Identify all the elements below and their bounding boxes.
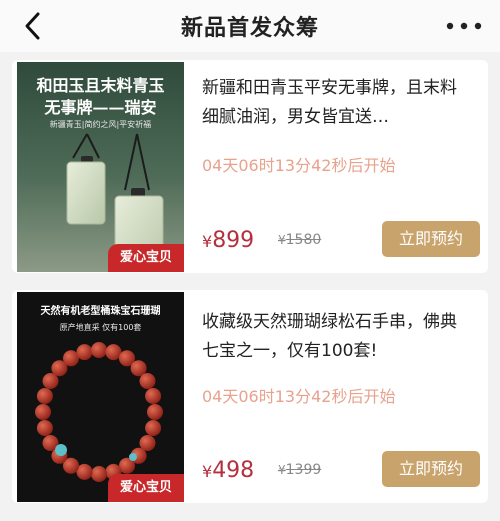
coral-bead — [36, 420, 53, 436]
reserve-button[interactable]: 立即预约 — [382, 221, 480, 257]
countdown-text: 04天06时13分42秒后开始 — [202, 156, 396, 175]
currency-symbol: ¥ — [202, 462, 213, 481]
product-card-jade-pendant[interactable]: 和田玉且末料青玉 无事牌——瑞安 新疆青玉|简约之风|平安祈福 爱心宝贝 新疆和… — [12, 60, 488, 273]
original-price: ¥1580 — [278, 232, 321, 248]
countdown-text: 04天06时13分42秒后开始 — [202, 387, 396, 406]
coral-bead — [139, 373, 156, 389]
coral-bead — [145, 388, 162, 404]
currency-symbol: ¥ — [202, 232, 213, 251]
product-image-coral-bracelet[interactable]: 天然有机老型桶珠宝石珊瑚 原产地直采 仅有100套 爱心宝贝 — [17, 292, 184, 502]
coral-bead — [147, 404, 163, 420]
original-price: ¥1399 — [278, 462, 321, 478]
image-heading-line1: 和田玉且末料青玉 — [36, 76, 165, 95]
coral-bead — [76, 344, 93, 361]
price-value: 899 — [212, 228, 255, 253]
product-title[interactable]: 新疆和田青玉平安无事牌，且末料细腻油润，男女皆宜送… — [202, 74, 472, 132]
product-image-jade-pendant[interactable]: 和田玉且末料青玉 无事牌——瑞安 新疆青玉|简约之风|平安祈福 爱心宝贝 — [17, 62, 184, 272]
current-price: ¥899 — [202, 228, 254, 253]
coral-bead — [91, 466, 107, 482]
currency-symbol: ¥ — [278, 233, 286, 247]
coral-bead — [36, 388, 53, 404]
currency-symbol: ¥ — [278, 463, 286, 477]
product-card-coral-bracelet[interactable]: 天然有机老型桶珠宝石珊瑚 原产地直采 仅有100套 爱心宝贝 收藏级天然珊瑚绿松… — [12, 290, 488, 503]
image-heading-line1: 天然有机老型桶珠宝石珊瑚 — [40, 306, 161, 317]
coral-bead — [145, 420, 162, 436]
image-tagline: 原产地直采 仅有100套 — [59, 323, 142, 332]
top-nav-bar: 新品首发众筹 — [0, 0, 500, 52]
coral-bead — [35, 404, 51, 420]
reserve-button[interactable]: 立即预约 — [382, 451, 480, 487]
product-title[interactable]: 收藏级天然珊瑚绿松石手串，佛典七宝之一，仅有100套! — [202, 308, 472, 366]
original-price-value: 1399 — [285, 462, 322, 478]
coral-bead — [91, 342, 107, 358]
page-title: 新品首发众筹 — [180, 16, 319, 41]
love-baby-badge: 爱心宝贝 — [108, 474, 184, 502]
current-price: ¥498 — [202, 458, 254, 483]
image-tagline: 新疆青玉|简约之风|平安祈福 — [49, 120, 152, 129]
love-baby-badge: 爱心宝贝 — [108, 244, 184, 272]
original-price-value: 1580 — [285, 232, 322, 248]
price-value: 498 — [212, 458, 255, 483]
image-heading-line2: 无事牌——瑞安 — [44, 98, 157, 117]
more-dots-icon[interactable] — [444, 16, 484, 36]
